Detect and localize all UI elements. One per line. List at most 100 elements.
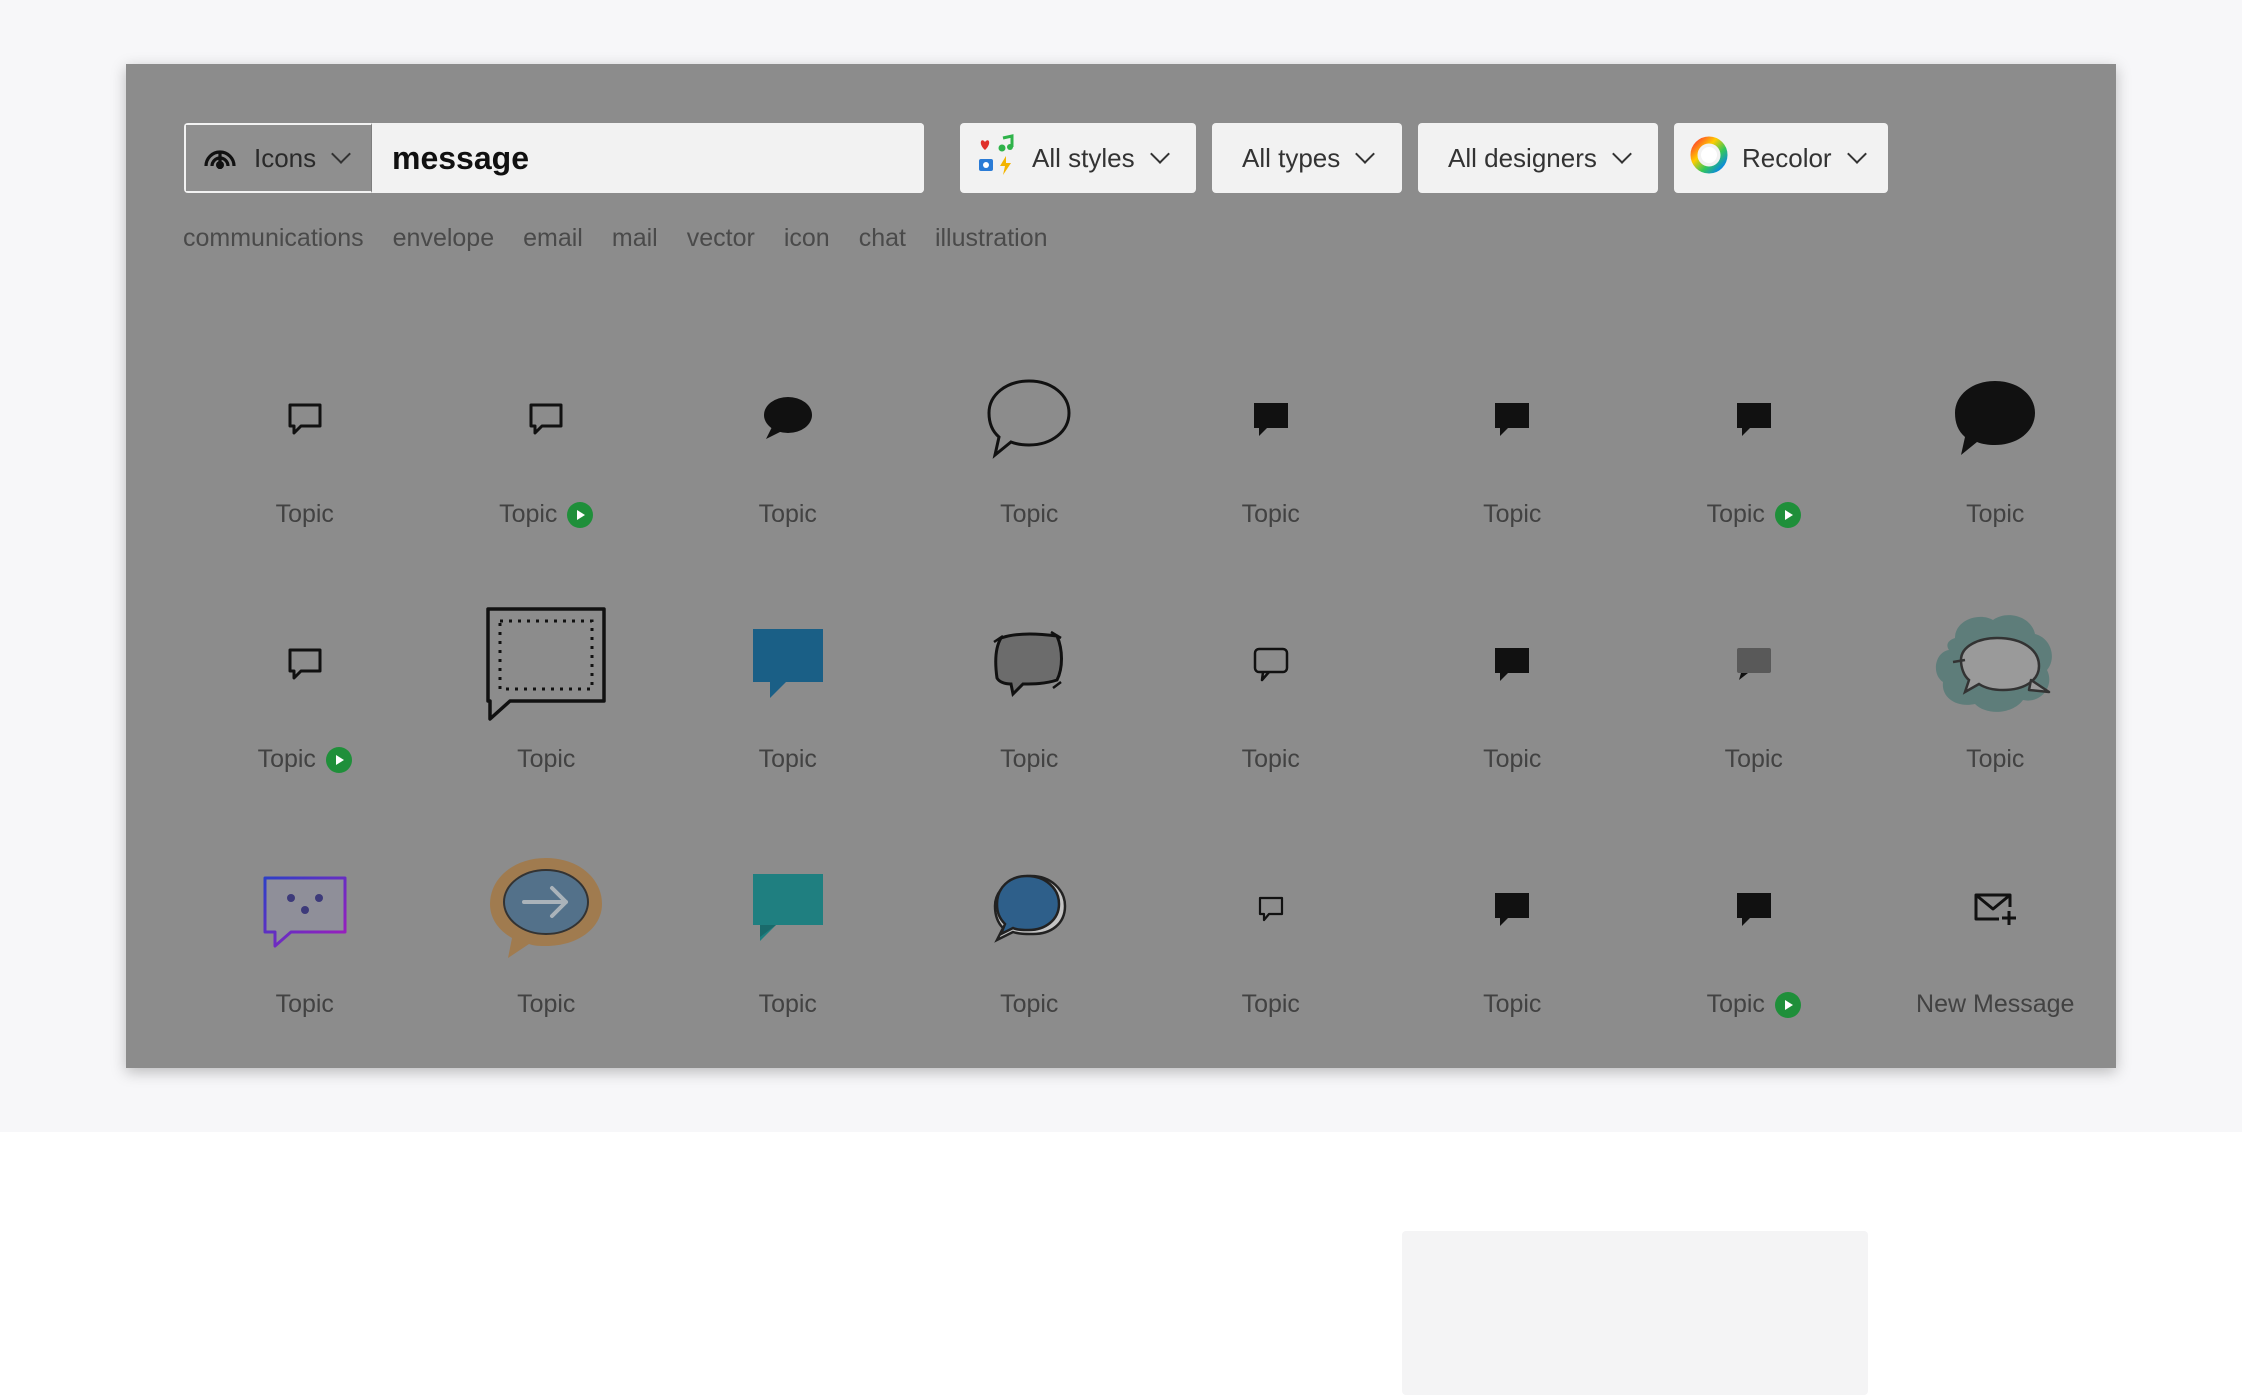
result-label[interactable]: Topic <box>1242 990 1300 1019</box>
icon-result-card[interactable]: Topic <box>1633 844 1875 1089</box>
teal-chat-icon <box>667 844 909 974</box>
related-tag[interactable]: mail <box>612 224 658 253</box>
icon-result-card[interactable]: Topic <box>667 599 909 844</box>
result-label-row: Topic <box>1633 745 1875 774</box>
icon-result-card[interactable]: Topic <box>1392 844 1634 1089</box>
result-label[interactable]: Topic <box>1966 745 2024 774</box>
types-label: All types <box>1242 142 1341 173</box>
result-label-row: New Message <box>1875 990 2117 1019</box>
icon-result-card[interactable]: Topic <box>426 599 668 844</box>
icon-result-card[interactable]: Topic <box>1875 354 2117 599</box>
result-label[interactable]: Topic <box>517 745 575 774</box>
chat-round-filled-icon <box>667 354 909 484</box>
result-label[interactable]: Topic <box>759 745 817 774</box>
icon-result-card[interactable]: Topic <box>667 844 909 1089</box>
asset-type-select[interactable]: Icons <box>184 123 372 193</box>
related-tag[interactable]: vector <box>687 224 755 253</box>
icon-result-card[interactable]: Topic <box>909 354 1151 599</box>
icon-result-card[interactable]: Topic <box>184 354 426 599</box>
arrow-bubble-icon <box>426 844 668 974</box>
designers-label: All designers <box>1448 142 1597 173</box>
result-label-row: Topic <box>667 990 909 1019</box>
types-dropdown[interactable]: All types <box>1212 123 1402 193</box>
result-label[interactable]: Topic <box>499 500 557 529</box>
result-label-row: Topic <box>1633 500 1875 529</box>
search-panel: Icons All styles All types All designers <box>126 64 2116 1068</box>
icon-result-card[interactable]: Topic <box>909 844 1151 1089</box>
icon-result-card[interactable]: Topic <box>426 844 668 1089</box>
result-label-row: Topic <box>426 500 668 529</box>
result-label-row: Topic <box>426 990 668 1019</box>
chevron-down-icon <box>331 144 352 164</box>
icon-result-card[interactable]: Topic <box>1633 599 1875 844</box>
icon-result-card[interactable]: Topic <box>909 599 1151 844</box>
styles-dropdown[interactable]: All styles <box>960 123 1196 193</box>
blue-chat-icon <box>667 599 909 729</box>
result-label[interactable]: Topic <box>1242 745 1300 774</box>
result-label[interactable]: Topic <box>759 990 817 1019</box>
result-label[interactable]: Topic <box>517 990 575 1019</box>
result-label-row: Topic <box>1875 500 2117 529</box>
envelope-plus-icon <box>1875 844 2117 974</box>
icon-result-card[interactable]: New Message <box>1875 844 2117 1089</box>
related-tag[interactable]: communications <box>183 224 364 253</box>
chat-small-outline-icon <box>1150 844 1392 974</box>
chevron-down-icon <box>1355 144 1376 164</box>
chevron-down-icon <box>1611 144 1632 164</box>
result-label[interactable]: Topic <box>1483 990 1541 1019</box>
result-label[interactable]: Topic <box>1707 990 1765 1019</box>
result-label[interactable]: Topic <box>1483 745 1541 774</box>
icon-result-card[interactable]: Topic <box>1875 599 2117 844</box>
result-label[interactable]: Topic <box>759 500 817 529</box>
smiley-chat-icon <box>184 844 426 974</box>
chat-outline-icon <box>184 354 426 484</box>
result-label-row: Topic <box>909 745 1151 774</box>
result-label[interactable]: Topic <box>1000 745 1058 774</box>
result-label[interactable]: Topic <box>1000 500 1058 529</box>
result-label[interactable]: Topic <box>276 500 334 529</box>
result-label[interactable]: New Message <box>1916 990 2074 1019</box>
search-bar: Icons <box>184 123 924 193</box>
related-tag[interactable]: email <box>523 224 583 253</box>
designers-dropdown[interactable]: All designers <box>1418 123 1658 193</box>
search-input[interactable] <box>372 123 924 193</box>
icon-result-card[interactable]: Topic <box>1392 599 1634 844</box>
related-tag[interactable]: chat <box>859 224 906 253</box>
result-label[interactable]: Topic <box>1966 500 2024 529</box>
blue-bubble-icon <box>909 844 1151 974</box>
icon-result-card[interactable]: Topic <box>1150 844 1392 1089</box>
result-label[interactable]: Topic <box>1242 500 1300 529</box>
icon-result-card[interactable]: Topic <box>1392 354 1634 599</box>
result-label[interactable]: Topic <box>1707 500 1765 529</box>
related-tag[interactable]: icon <box>784 224 830 253</box>
result-label[interactable]: Topic <box>276 990 334 1019</box>
icon-result-card[interactable]: Topic <box>1633 354 1875 599</box>
asset-type-label: Icons <box>254 142 317 173</box>
result-label-row: Topic <box>909 500 1151 529</box>
result-label-row: Topic <box>184 500 426 529</box>
recolor-dropdown[interactable]: Recolor <box>1674 123 1888 193</box>
icon-result-card[interactable]: Topic <box>184 844 426 1089</box>
styles-icon <box>976 133 1018 183</box>
icon-result-card[interactable]: Topic <box>184 599 426 844</box>
result-label[interactable]: Topic <box>1000 990 1058 1019</box>
recolor-label: Recolor <box>1742 142 1832 173</box>
result-label[interactable]: Topic <box>258 745 316 774</box>
result-label-row: Topic <box>667 745 909 774</box>
icon-result-card[interactable]: Topic <box>1150 599 1392 844</box>
result-label-row: Topic <box>426 745 668 774</box>
result-label[interactable]: Topic <box>1483 500 1541 529</box>
icon-result-card[interactable]: Topic <box>667 354 909 599</box>
play-icon <box>1774 501 1801 528</box>
icon-result-card[interactable]: Topic <box>426 354 668 599</box>
related-tag[interactable]: illustration <box>935 224 1048 253</box>
chat-filled-icon <box>1392 354 1634 484</box>
related-tag[interactable]: envelope <box>393 224 494 253</box>
play-icon <box>325 746 352 773</box>
result-label[interactable]: Topic <box>1725 745 1783 774</box>
chat-rounded-outline-icon <box>1150 599 1392 729</box>
result-label-row: Topic <box>1633 990 1875 1019</box>
chat-outline-icon <box>426 354 668 484</box>
icon-result-card[interactable]: Topic <box>1150 354 1392 599</box>
play-icon <box>1774 991 1801 1018</box>
